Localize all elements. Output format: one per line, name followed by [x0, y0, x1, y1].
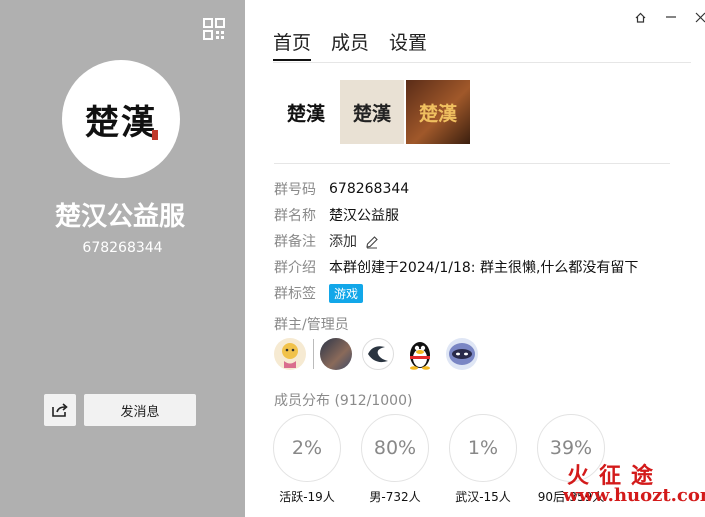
group-avatar[interactable]: 楚漢: [62, 60, 180, 178]
tab-home[interactable]: 首页: [273, 28, 312, 61]
group-photo[interactable]: 楚漢: [340, 80, 404, 144]
group-id-text: 678268344: [82, 240, 163, 256]
distribution-label: 成员分布 (912/1000): [274, 393, 413, 409]
stat-label: 武汉-15人: [455, 490, 511, 504]
watermark-url-text: www.huozt.com: [563, 485, 705, 506]
owner-avatar[interactable]: [274, 338, 306, 370]
tab-divider: [273, 62, 691, 63]
group-name-value: 楚汉公益服: [329, 208, 399, 224]
info-label: 群名称: [274, 208, 316, 224]
stat-percent: 1%: [449, 414, 517, 482]
group-profile-panel: 楚漢 楚汉公益服 678268344 发消息: [0, 0, 245, 517]
info-row-name: 群名称 楚汉公益服: [274, 202, 638, 228]
admin-list: [274, 338, 488, 370]
info-row-tag: 群标签 游戏: [274, 280, 638, 306]
info-row-remark: 群备注 添加: [274, 228, 638, 254]
group-info: 群号码 678268344 群名称 楚汉公益服 群备注 添加 群介绍 本群创建于…: [274, 176, 638, 306]
share-icon: [52, 403, 68, 417]
add-remark-text: 添加: [329, 234, 357, 250]
group-avatar-text: 楚漢: [85, 102, 157, 143]
seal-mark: [152, 130, 158, 140]
minimize-icon[interactable]: [664, 10, 678, 24]
send-message-button[interactable]: 发消息: [84, 394, 196, 426]
group-photo[interactable]: 楚漢: [406, 80, 470, 144]
share-button[interactable]: [44, 394, 76, 426]
site-watermark: 火征途 www.huozt.com: [563, 458, 705, 514]
close-icon[interactable]: [693, 10, 705, 24]
stat-active[interactable]: 2% 活跃-19人: [273, 414, 361, 505]
info-row-number: 群号码 678268344: [274, 176, 638, 202]
group-number-value: 678268344: [329, 181, 410, 197]
info-label: 群介绍: [274, 260, 316, 276]
info-label: 群号码: [274, 182, 316, 198]
stat-percent: 2%: [273, 414, 341, 482]
stat-percent: 80%: [361, 414, 429, 482]
admin-avatar[interactable]: [320, 338, 352, 370]
pin-icon[interactable]: [633, 10, 647, 24]
group-intro-value: 本群创建于2024/1/18: 群主很懒,什么都没有留下: [329, 260, 639, 276]
info-label: 群备注: [274, 234, 316, 250]
qr-code-icon[interactable]: [203, 18, 225, 40]
group-name-title: 楚汉公益服: [54, 202, 185, 232]
group-tag-badge[interactable]: 游戏: [329, 283, 364, 303]
info-label: 群标签: [274, 286, 316, 302]
admin-avatar[interactable]: [362, 338, 394, 370]
edit-icon: [366, 236, 379, 249]
admin-avatar[interactable]: [446, 338, 478, 370]
section-divider: [274, 163, 670, 164]
tab-bar: 首页 成员 设置: [273, 28, 427, 61]
stat-gender[interactable]: 80% 男-732人: [361, 414, 449, 505]
admins-label: 群主/管理员: [274, 317, 349, 333]
stat-location[interactable]: 1% 武汉-15人: [449, 414, 537, 505]
stat-label: 男-732人: [369, 490, 421, 504]
qq-penguin-avatar[interactable]: [404, 338, 436, 370]
info-row-intro: 群介绍 本群创建于2024/1/18: 群主很懒,什么都没有留下: [274, 254, 638, 280]
tab-members[interactable]: 成员: [331, 28, 369, 61]
stat-label: 活跃-19人: [279, 490, 335, 504]
owner-divider: [313, 339, 314, 369]
add-remark-link[interactable]: 添加: [329, 231, 379, 251]
group-photo-strip: 楚漢 楚漢 楚漢: [274, 80, 470, 144]
group-photo[interactable]: 楚漢: [274, 80, 338, 144]
tab-settings[interactable]: 设置: [389, 28, 427, 61]
